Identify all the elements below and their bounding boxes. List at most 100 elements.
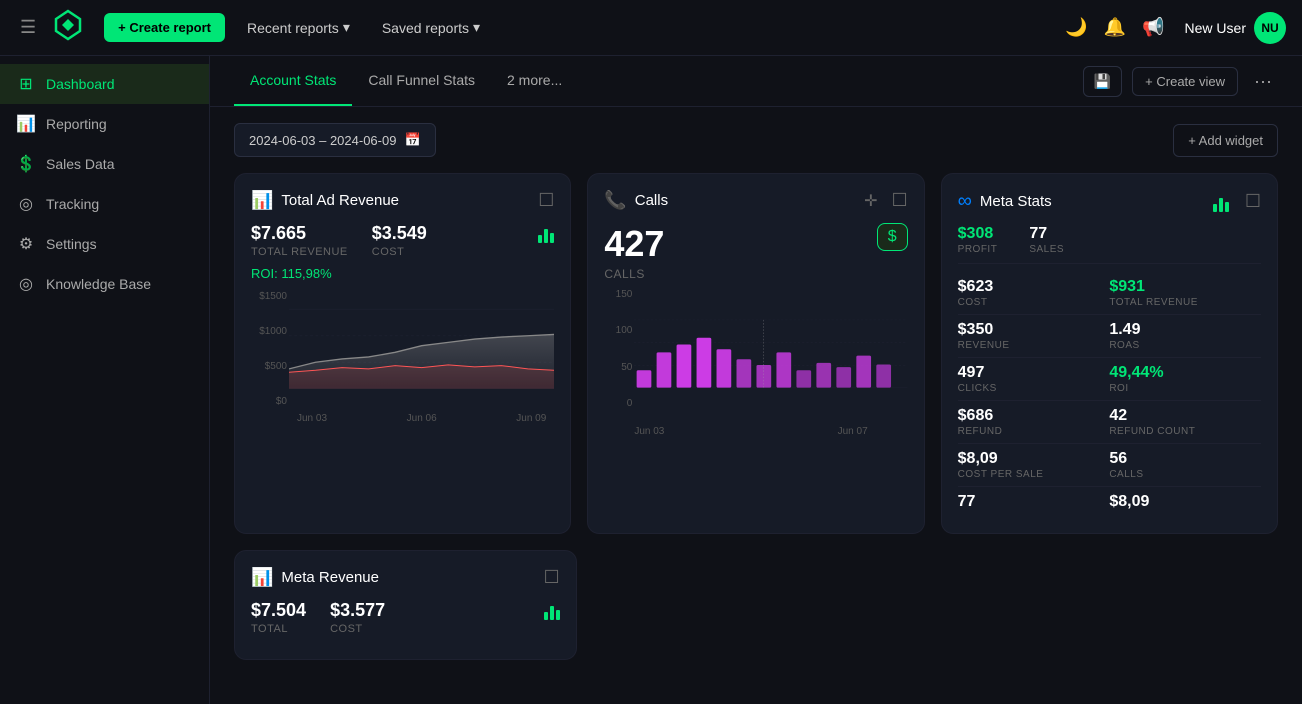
- roas-stat-value: 1.49: [1109, 321, 1261, 339]
- save-view-icon-button[interactable]: 💾: [1083, 66, 1122, 97]
- calls-label: CALLS: [604, 267, 664, 281]
- sales-value: 77: [1029, 225, 1064, 243]
- calls-bar-chart: [634, 289, 907, 419]
- notifications-icon[interactable]: 🔔: [1104, 17, 1126, 38]
- user-avatar[interactable]: NU: [1254, 12, 1286, 44]
- meta-revenue-total: $7.504 TOTAL: [251, 600, 306, 635]
- filter-bar: 2024-06-03 – 2024-06-09 📅 + Add widget: [234, 123, 1278, 157]
- user-name: New User: [1185, 20, 1246, 36]
- total-revenue-row: $931 TOTAL REVENUE: [1109, 272, 1261, 315]
- refund-stat-value: $686: [958, 407, 1110, 425]
- revenue-stat-value: $350: [958, 321, 1110, 339]
- clicks-stat-label: CLICKS: [958, 383, 1110, 394]
- date-range-picker[interactable]: 2024-06-03 – 2024-06-09 📅: [234, 123, 436, 157]
- calls-drag-icon[interactable]: ✛: [864, 191, 877, 211]
- create-report-button[interactable]: + Create report: [104, 13, 225, 42]
- sidebar-item-knowledge-base[interactable]: ◎ Knowledge Base: [0, 264, 209, 304]
- tabs-bar: Account Stats Call Funnel Stats 2 more..…: [210, 56, 1302, 107]
- reporting-icon: 📊: [16, 114, 36, 134]
- saved-reports-link[interactable]: Saved reports ▾: [372, 13, 490, 42]
- sidebar: ⊞ Dashboard 📊 Reporting 💲 Sales Data ◎ T…: [0, 56, 210, 704]
- roi-text: ROI: 115,98%: [251, 266, 554, 281]
- tabs-more-button[interactable]: ···: [1248, 65, 1278, 98]
- tab-account-stats[interactable]: Account Stats: [234, 56, 352, 106]
- logo-icon: [52, 9, 84, 47]
- calls-meta-label: CALLS: [1109, 469, 1261, 480]
- cost-stat-value: $623: [958, 278, 1110, 296]
- clicks-stat-value: 497: [958, 364, 1110, 382]
- cost-per-sale-label: COST PER SALE: [958, 469, 1110, 480]
- sidebar-label-sales-data: Sales Data: [46, 156, 114, 172]
- sidebar-item-sales-data[interactable]: 💲 Sales Data: [0, 144, 209, 184]
- calls-meta-row: 56 CALLS: [1109, 444, 1261, 487]
- sidebar-item-dashboard[interactable]: ⊞ Dashboard: [0, 64, 209, 104]
- recent-reports-link[interactable]: Recent reports ▾: [237, 13, 360, 42]
- tabs-actions: 💾 + Create view ···: [1083, 65, 1278, 98]
- calls-widget-menu[interactable]: ☐: [892, 190, 908, 211]
- meta-revenue-menu[interactable]: ☐: [544, 567, 560, 588]
- tab-call-funnel-stats[interactable]: Call Funnel Stats: [352, 56, 491, 106]
- sales-label: SALES: [1029, 244, 1064, 255]
- total-revenue-stat-value: $931: [1109, 278, 1261, 296]
- meta-bottom-left: 77: [958, 487, 1110, 517]
- meta-revenue-widget: 📊 Meta Revenue ☐ $7.504 TOTAL $3.577: [234, 550, 577, 660]
- meta-bottom-left-value: 77: [958, 493, 1110, 511]
- topbar: ☰ + Create report Recent reports ▾ Saved…: [0, 0, 1302, 56]
- moon-icon[interactable]: 🌙: [1065, 17, 1087, 38]
- sales-stat: 77 SALES: [1029, 225, 1064, 255]
- sidebar-item-reporting[interactable]: 📊 Reporting: [0, 104, 209, 144]
- widget-header-ad-revenue: 📊 Total Ad Revenue ☐: [251, 190, 554, 211]
- cost-stat-label: COST: [958, 297, 1110, 308]
- add-widget-button[interactable]: + Add widget: [1173, 124, 1278, 157]
- sidebar-item-tracking[interactable]: ◎ Tracking: [0, 184, 209, 224]
- calls-widget-title: Calls: [635, 192, 856, 209]
- calls-count: 427: [604, 223, 664, 265]
- roi-row: 49,44% ROI: [1109, 358, 1261, 401]
- main-layout: ⊞ Dashboard 📊 Reporting 💲 Sales Data ◎ T…: [0, 56, 1302, 704]
- meta-revenue-total-value: $7.504: [251, 600, 306, 621]
- profit-value: $308: [958, 225, 998, 243]
- app-container: ☰ + Create report Recent reports ▾ Saved…: [0, 0, 1302, 704]
- roi-stat-label: ROI: [1109, 383, 1261, 394]
- cost-row: $623 COST: [958, 272, 1110, 315]
- meta-stats-bar-mini: [1213, 192, 1229, 212]
- revenue-stat-label: REVENUE: [958, 340, 1110, 351]
- sidebar-item-settings[interactable]: ⚙ Settings: [0, 224, 209, 264]
- refund-row: $686 REFUND: [958, 401, 1110, 444]
- total-ad-revenue-widget: 📊 Total Ad Revenue ☐ $7.665 TOTAL REVENU…: [234, 173, 571, 534]
- meta-stats-top: $308 PROFIT 77 SALES: [958, 225, 1261, 264]
- total-revenue-value: $7.665: [251, 223, 348, 244]
- calls-top: 427 CALLS $: [604, 223, 907, 281]
- tab-more[interactable]: 2 more...: [491, 56, 578, 106]
- hamburger-icon[interactable]: ☰: [16, 13, 40, 42]
- meta-revenue-icon: 📊: [251, 567, 273, 588]
- calls-widget: 📞 Calls ✛ ☐ 427 CALLS $: [587, 173, 924, 534]
- ad-revenue-widget-title: Total Ad Revenue: [281, 192, 530, 209]
- total-revenue-label: TOTAL REVENUE: [251, 246, 348, 258]
- meta-revenue-title: Meta Revenue: [281, 569, 535, 586]
- refund-count-stat-value: 42: [1109, 407, 1261, 425]
- sidebar-label-tracking: Tracking: [46, 196, 99, 212]
- meta-bottom-right: $8,09: [1109, 487, 1261, 517]
- meta-revenue-stats: $7.504 TOTAL $3.577 COST: [251, 600, 560, 635]
- bottom-widget-spacer: [593, 550, 1278, 660]
- roas-stat-label: ROAS: [1109, 340, 1261, 351]
- meta-stats-menu[interactable]: ☐: [1245, 191, 1261, 212]
- calls-x-labels: Jun 03 Jun 07: [634, 424, 907, 439]
- main-content: Account Stats Call Funnel Stats 2 more..…: [210, 56, 1302, 704]
- roas-row: 1.49 ROAS: [1109, 315, 1261, 358]
- meta-stats-grid: $623 COST $931 TOTAL REVENUE $350 REVENU…: [958, 272, 1261, 517]
- sales-data-icon: 💲: [16, 154, 36, 174]
- create-view-button[interactable]: + Create view: [1132, 67, 1238, 96]
- profit-stat: $308 PROFIT: [958, 225, 998, 255]
- meta-revenue-cost-value: $3.577: [330, 600, 385, 621]
- calls-chart: 150 100 50 0: [604, 289, 907, 439]
- megaphone-icon[interactable]: 📢: [1142, 17, 1164, 38]
- meta-revenue-total-label: TOTAL: [251, 623, 306, 635]
- total-revenue-stat-label: TOTAL REVENUE: [1109, 297, 1261, 308]
- meta-stats-icon: ∞: [958, 190, 972, 213]
- ad-revenue-widget-menu[interactable]: ☐: [538, 190, 554, 211]
- line-chart-svg: [289, 289, 554, 409]
- chart-x-labels: Jun 03 Jun 06 Jun 09: [289, 413, 554, 424]
- cost-stat: $3.549 COST: [372, 223, 427, 258]
